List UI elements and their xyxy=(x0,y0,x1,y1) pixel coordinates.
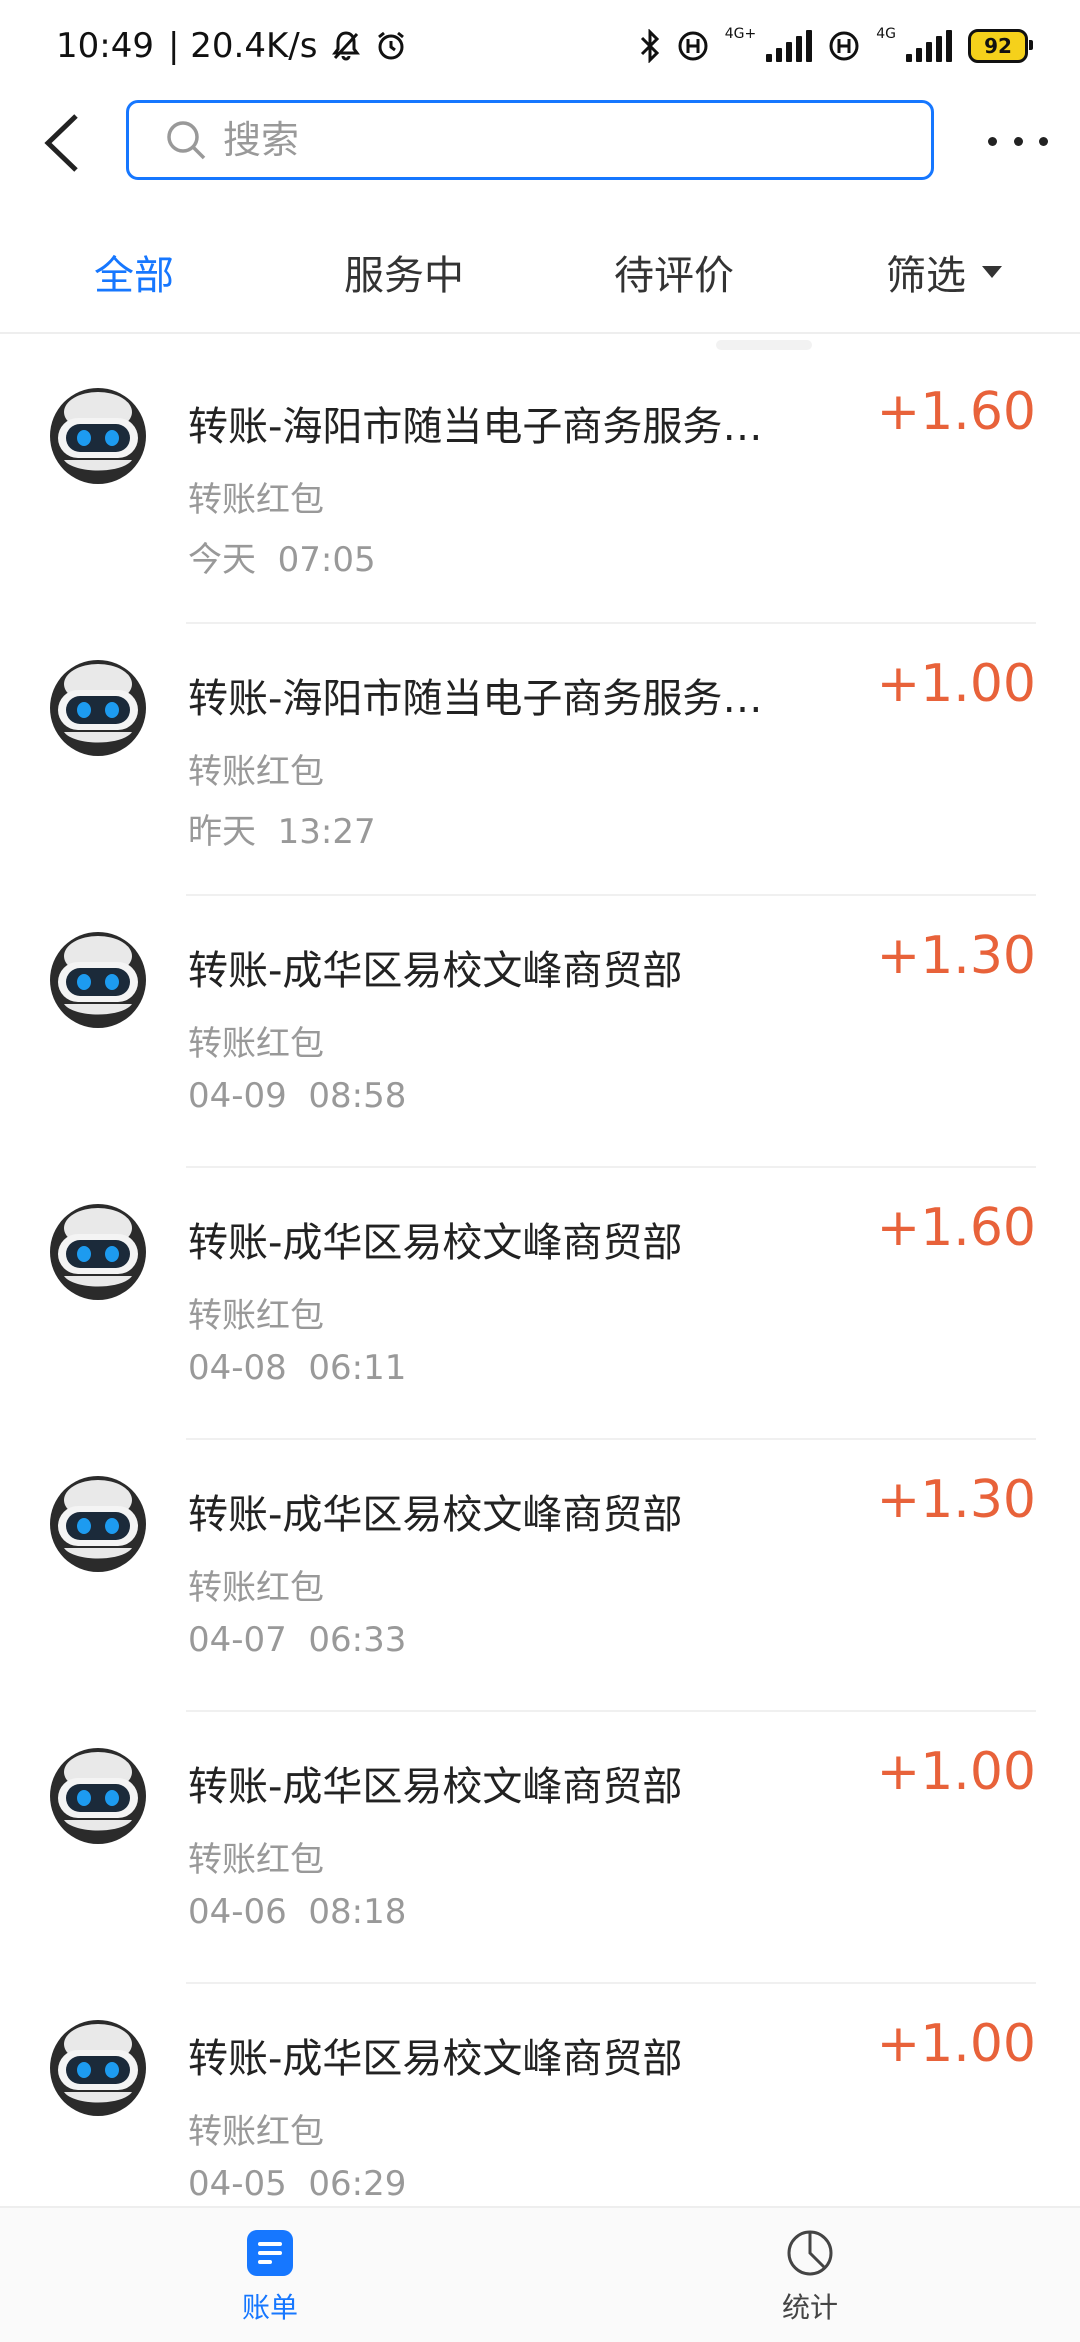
search-input[interactable] xyxy=(221,117,825,163)
transaction-type: 转账红包 xyxy=(188,1024,324,1064)
transaction-title: 转账-海阳市随当电子商务服务有限公司 xyxy=(188,676,768,722)
transaction-time: 04-08 06:11 xyxy=(188,1348,407,1388)
filter-tabs: 全部 服务中 待评价 筛选 xyxy=(0,220,1080,324)
robot-avatar-icon xyxy=(48,658,148,758)
transaction-title: 转账-成华区易校文峰商贸部 xyxy=(188,1764,683,1810)
transaction-amount: +1.00 xyxy=(876,654,1036,714)
transaction-row[interactable]: 转账-成华区易校文峰商贸部 转账红包 04-06 08:18 +1.00 xyxy=(0,1712,1080,1984)
transaction-row[interactable]: 转账-成华区易校文峰商贸部 转账红包 04-07 06:33 +1.30 xyxy=(0,1440,1080,1712)
transaction-time: 04-07 06:33 xyxy=(188,1620,407,1660)
transaction-amount: +1.00 xyxy=(876,1742,1036,1802)
tab-filter-label: 筛选 xyxy=(886,253,966,299)
back-button[interactable] xyxy=(40,110,90,176)
status-right: 4G+ 4G 92 xyxy=(639,26,1033,63)
bill-icon xyxy=(247,2230,293,2276)
do-not-disturb-bell-icon xyxy=(331,30,361,62)
nav-statistics[interactable]: 统计 xyxy=(740,2228,880,2326)
transaction-title: 转账-成华区易校文峰商贸部 xyxy=(188,948,683,994)
transaction-type: 转账红包 xyxy=(188,1568,324,1608)
chevron-left-icon xyxy=(44,114,78,172)
hd-voice-icon xyxy=(677,30,709,62)
transaction-type: 转账红包 xyxy=(188,752,324,792)
network-type-2: 4G xyxy=(876,26,896,42)
transaction-type: 转账红包 xyxy=(188,1296,324,1336)
battery-indicator: 92 xyxy=(968,29,1033,63)
transaction-type: 转账红包 xyxy=(188,1840,324,1880)
transaction-time: 04-09 08:58 xyxy=(188,1076,407,1116)
dot-icon xyxy=(1039,136,1048,146)
status-bar: 10:49 | 20.4K/s 4G+ 4G 92 xyxy=(0,0,1080,92)
transaction-title: 转账-成华区易校文峰商贸部 xyxy=(188,1492,683,1538)
scroll-indicator xyxy=(716,340,812,350)
transaction-title: 转账-成华区易校文峰商贸部 xyxy=(188,1220,683,1266)
tab-in-service[interactable]: 服务中 xyxy=(344,243,464,301)
transaction-list: 转账-海阳市随当电子商务服务有限公司 转账红包 今天 07:05 +1.60 转… xyxy=(0,352,1080,2256)
transaction-row[interactable]: 转账-海阳市随当电子商务服务有限公司 转账红包 昨天 13:27 +1.00 xyxy=(0,624,1080,896)
bottom-navigation: 账单 统计 xyxy=(0,2206,1080,2342)
pie-chart-icon xyxy=(787,2230,833,2276)
robot-avatar-icon xyxy=(48,2018,148,2118)
transaction-row[interactable]: 转账-海阳市随当电子商务服务有限公司 转账红包 今天 07:05 +1.60 xyxy=(0,352,1080,624)
nav-bills-label: 账单 xyxy=(241,2291,298,2324)
transaction-amount: +1.60 xyxy=(876,1198,1036,1258)
nav-bills[interactable]: 账单 xyxy=(200,2228,340,2326)
transaction-type: 转账红包 xyxy=(188,480,324,520)
robot-avatar-icon xyxy=(48,1746,148,1846)
transaction-time: 04-05 06:29 xyxy=(188,2164,407,2204)
transaction-title: 转账-海阳市随当电子商务服务有限公司 xyxy=(188,404,768,450)
robot-avatar-icon xyxy=(48,1474,148,1574)
transaction-amount: +1.00 xyxy=(876,2014,1036,2074)
tab-pending-review[interactable]: 待评价 xyxy=(614,243,734,301)
transaction-time: 昨天 13:27 xyxy=(188,812,376,852)
robot-avatar-icon xyxy=(48,930,148,1030)
transaction-title: 转账-成华区易校文峰商贸部 xyxy=(188,2036,683,2082)
search-icon xyxy=(167,121,206,160)
hd-voice-icon-2 xyxy=(828,30,860,62)
alarm-icon xyxy=(375,30,407,62)
dot-icon xyxy=(1013,136,1023,146)
transaction-row[interactable]: 转账-成华区易校文峰商贸部 转账红包 04-08 06:11 +1.60 xyxy=(0,1168,1080,1440)
transaction-time: 04-06 08:18 xyxy=(188,1892,407,1932)
tabs-divider xyxy=(0,332,1080,334)
status-net-speed: | 20.4K/s xyxy=(167,26,318,66)
signal-strength-icon-2 xyxy=(906,30,952,62)
more-options-button[interactable] xyxy=(988,126,1048,156)
transaction-amount: +1.30 xyxy=(876,1470,1036,1530)
robot-avatar-icon xyxy=(48,386,148,486)
signal-strength-icon-1 xyxy=(766,30,813,62)
transaction-amount: +1.60 xyxy=(876,382,1036,442)
tab-all[interactable]: 全部 xyxy=(94,243,174,301)
transaction-amount: +1.30 xyxy=(876,926,1036,986)
transaction-time: 今天 07:05 xyxy=(188,540,376,580)
dot-icon xyxy=(988,136,997,146)
bluetooth-icon xyxy=(639,29,661,63)
robot-avatar-icon xyxy=(48,1202,148,1302)
tab-filter[interactable]: 筛选 xyxy=(886,243,1002,301)
search-header xyxy=(0,92,1080,192)
status-left: 10:49 | 20.4K/s xyxy=(56,26,407,66)
status-time: 10:49 xyxy=(56,26,154,66)
transaction-row[interactable]: 转账-成华区易校文峰商贸部 转账红包 04-09 08:58 +1.30 xyxy=(0,896,1080,1168)
transaction-type: 转账红包 xyxy=(188,2112,324,2152)
network-type-1: 4G+ xyxy=(724,26,757,42)
caret-down-icon xyxy=(982,266,1002,278)
search-box[interactable] xyxy=(126,100,934,180)
nav-statistics-label: 统计 xyxy=(781,2291,838,2324)
